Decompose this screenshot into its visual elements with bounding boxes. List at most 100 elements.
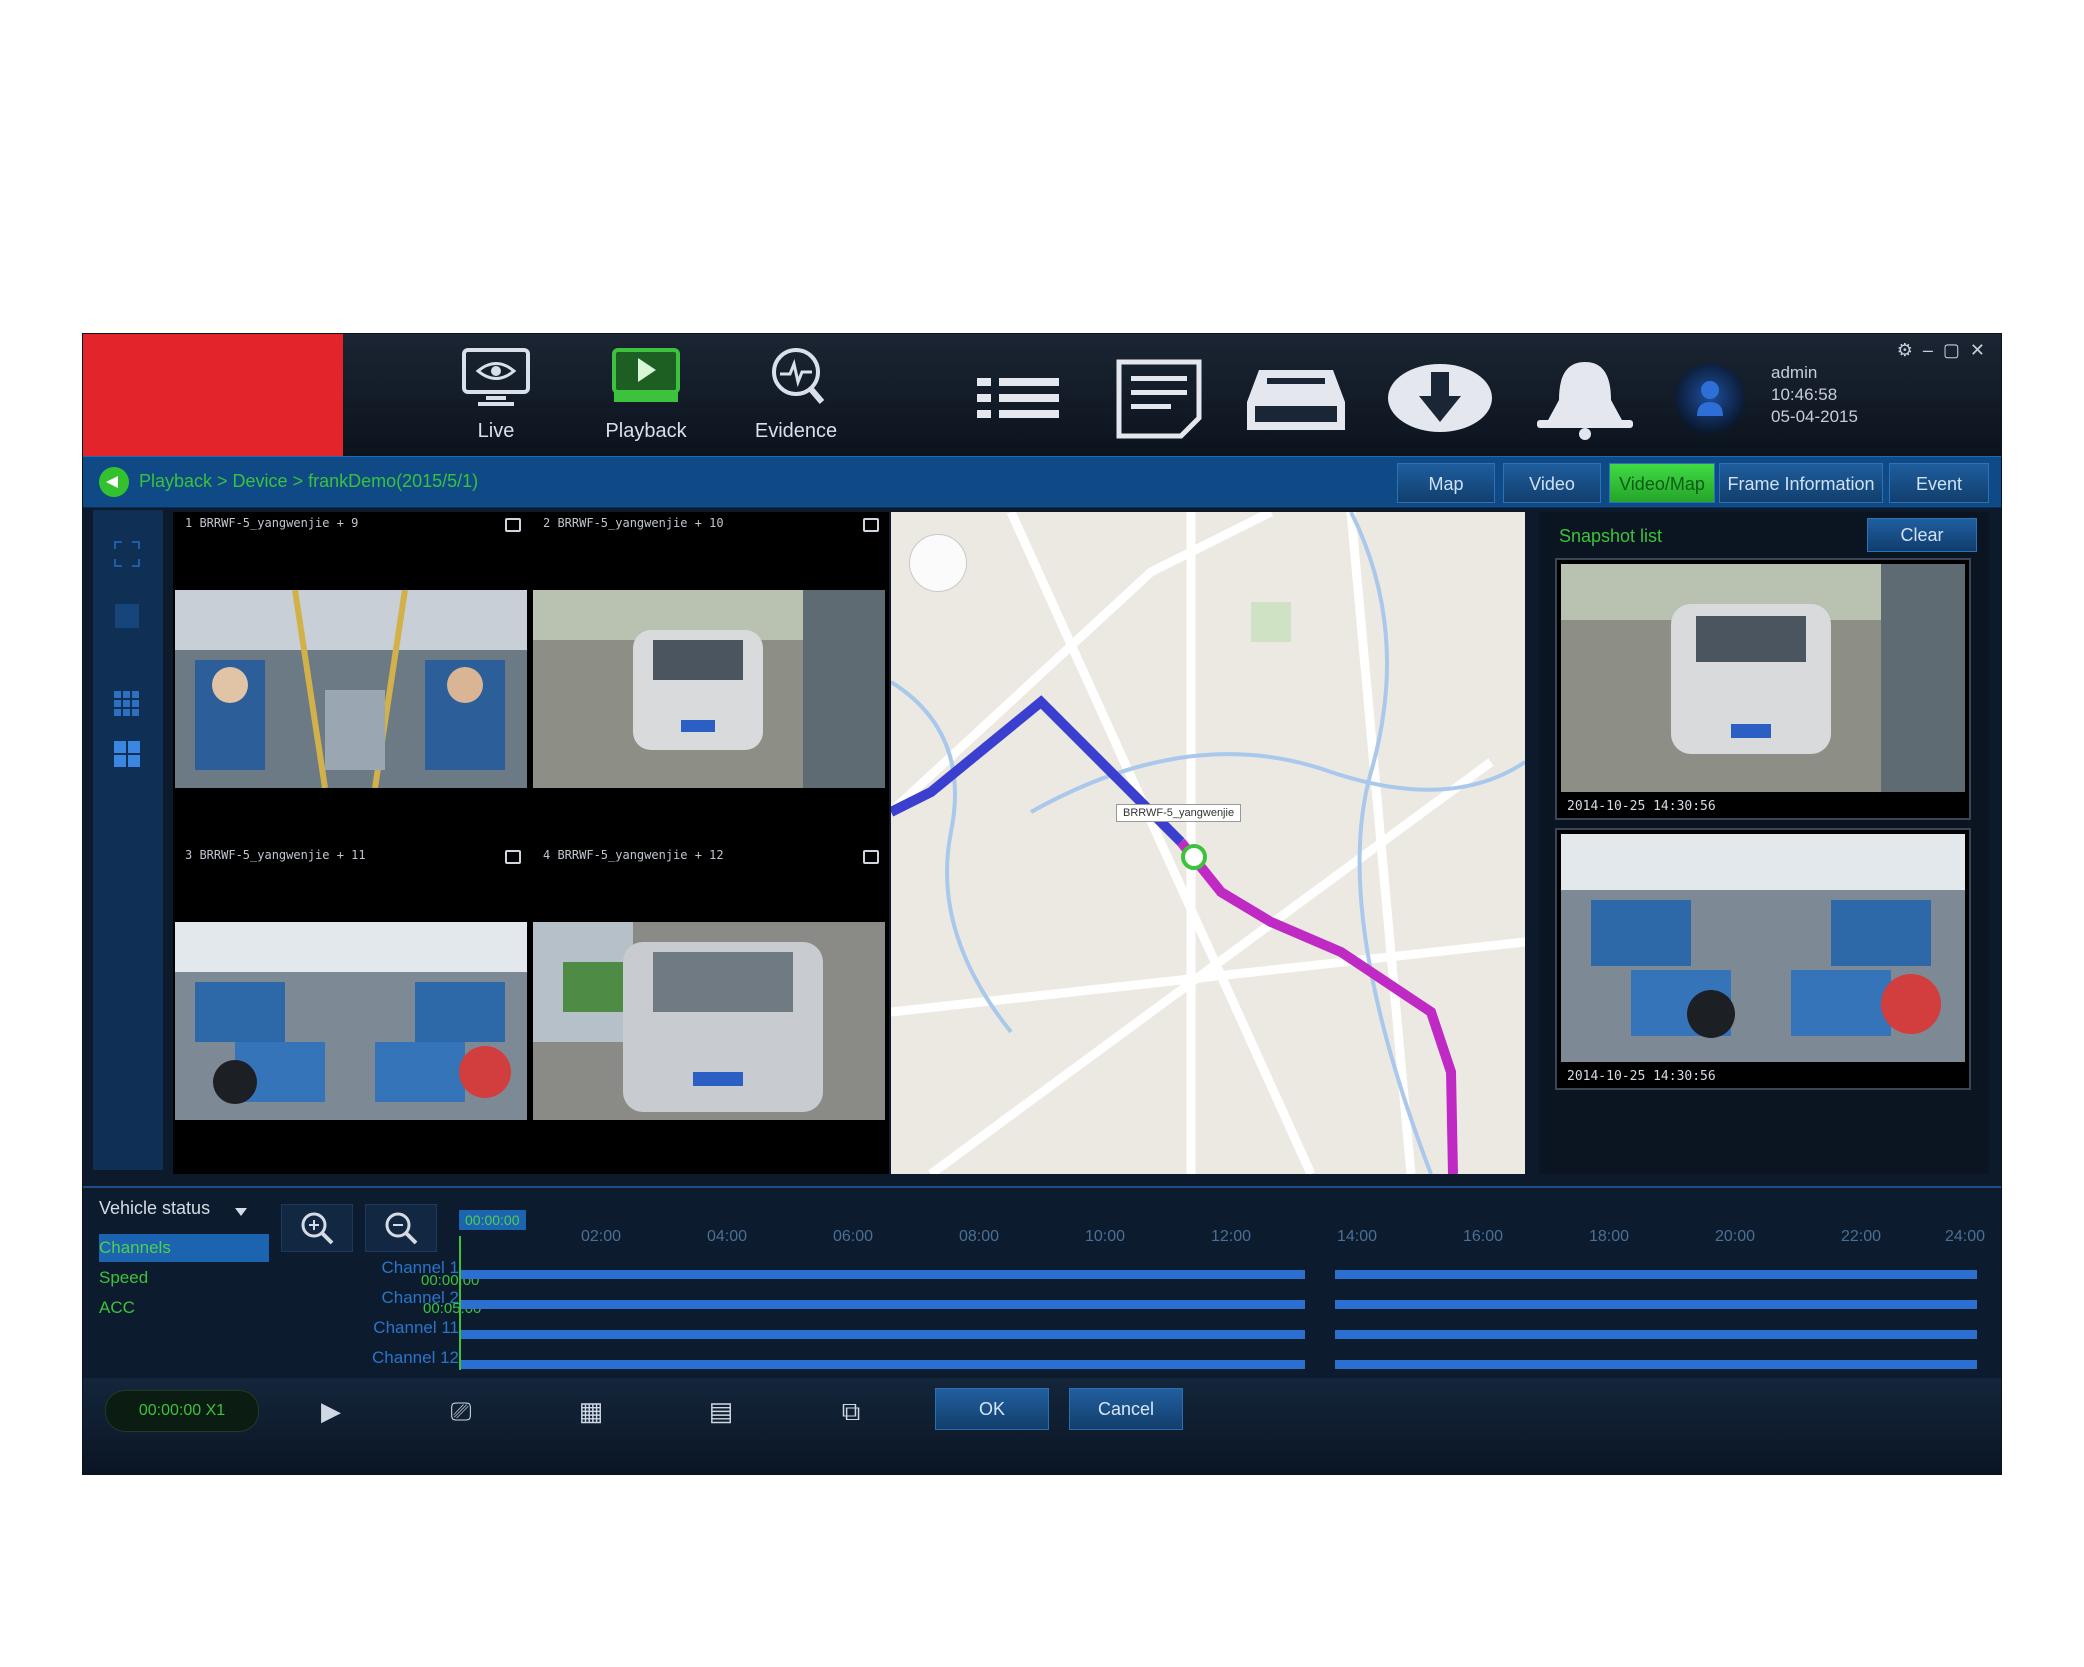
recording-segment[interactable]: [461, 1300, 1305, 1309]
snapshot-item[interactable]: 2014-10-25 14:30:56: [1555, 558, 1971, 820]
module-evidence[interactable]: Evidence: [731, 344, 861, 452]
module-evidence-label: Evidence: [754, 420, 838, 442]
vehicle-status-dropdown[interactable]: Vehicle status: [99, 1198, 210, 1219]
recording-segment[interactable]: [1335, 1270, 1977, 1279]
playback-window: Live Playback Evidence admin 10:46:58 05…: [83, 334, 2001, 1474]
layout-9-icon[interactable]: [113, 690, 141, 718]
channel-label: Channel 11: [373, 1318, 459, 1337]
time-tick: 06:00: [833, 1228, 874, 1245]
time-tick: 02:00: [581, 1228, 622, 1245]
status-item-speed[interactable]: Speed: [99, 1264, 269, 1292]
user-panel[interactable]: admin 10:46:58 05-04-2015: [1675, 356, 1955, 440]
tab-video-map[interactable]: Video/Map: [1609, 463, 1715, 503]
breadcrumb: Playback > Device > frankDemo(2015/5/1): [139, 471, 479, 491]
storage-icon[interactable]: [1241, 356, 1351, 440]
recording-segment[interactable]: [461, 1360, 1305, 1369]
nav-bar: Playback > Device > frankDemo(2015/5/1) …: [83, 456, 2001, 508]
zoom-out-icon[interactable]: [365, 1204, 437, 1252]
channel-label: Channel 12: [372, 1348, 459, 1367]
top-bar: Live Playback Evidence admin 10:46:58 05…: [83, 334, 2001, 456]
current-date: 05-04-2015: [1771, 407, 1858, 426]
time-tick: 08:00: [959, 1228, 1000, 1245]
time-tick: 12:00: [1211, 1228, 1252, 1245]
video-caption: 3 BRRWF-5_yangwenjie + 11: [185, 848, 366, 862]
monitor-play-icon: [612, 348, 680, 402]
tab-event[interactable]: Event: [1889, 463, 1989, 503]
playhead[interactable]: [459, 1236, 461, 1370]
playback-controls: 00:00:00 X1 ▶ ⎚ ▦ ▤ ⧉ OK Cancel: [83, 1378, 2001, 1474]
tab-video[interactable]: Video: [1503, 463, 1601, 503]
clip-icon[interactable]: ⎚: [431, 1390, 491, 1432]
all-channels-icon[interactable]: ▤: [691, 1390, 751, 1432]
snapshot-image-bus: [1561, 834, 1965, 1062]
status-item-channels[interactable]: Channels: [99, 1234, 269, 1262]
video-frame-road-front: [533, 590, 885, 788]
expand-icon[interactable]: [863, 518, 879, 532]
video-caption: 2 BRRWF-5_yangwenjie + 10: [543, 516, 724, 530]
download-icon[interactable]: [1385, 356, 1495, 440]
layout-rail: [93, 510, 163, 1170]
time-tick: 22:00: [1841, 1228, 1882, 1245]
brand-logo: [83, 334, 343, 456]
zoom-in-icon[interactable]: [281, 1204, 353, 1252]
fullscreen-icon[interactable]: [113, 540, 141, 568]
recording-segment[interactable]: [1335, 1330, 1977, 1339]
video-grid: 1 BRRWF-5_yangwenjie + 9 2 BRRWF-5_yangw…: [173, 512, 889, 1174]
close-icon[interactable]: ✕: [1970, 340, 1995, 360]
module-playback-label: Playback: [605, 420, 687, 442]
status-item-acc[interactable]: ACC: [99, 1294, 269, 1322]
module-playback[interactable]: Playback: [581, 344, 711, 452]
expand-icon[interactable]: [505, 850, 521, 864]
recording-segment[interactable]: [461, 1330, 1305, 1339]
clear-button[interactable]: Clear: [1867, 518, 1977, 552]
video-frame-road-rear: [533, 922, 885, 1120]
avatar: [1675, 364, 1745, 434]
tab-frame-information[interactable]: Frame Information: [1719, 463, 1883, 503]
ok-button[interactable]: OK: [935, 1388, 1049, 1430]
settings-icon[interactable]: ⚙: [1897, 340, 1923, 360]
expand-icon[interactable]: [505, 518, 521, 532]
map-view[interactable]: BRRWF-5_yangwenjie: [891, 512, 1525, 1174]
back-arrow-icon[interactable]: [99, 467, 129, 497]
layout-1-icon[interactable]: [113, 602, 141, 630]
snapshot-image-road: [1561, 564, 1965, 792]
module-live-label: Live: [477, 420, 515, 442]
map-pan-control[interactable]: [909, 534, 967, 592]
user-name: admin: [1771, 363, 1818, 382]
layout-4-icon[interactable]: [113, 740, 141, 768]
user-icon: [1697, 381, 1723, 416]
cancel-button[interactable]: Cancel: [1069, 1388, 1183, 1430]
window-controls: ⚙–▢✕: [1897, 340, 1995, 361]
video-tile[interactable]: 1 BRRWF-5_yangwenjie + 9: [173, 512, 529, 842]
recording-segment[interactable]: [461, 1270, 1305, 1279]
time-tick: 24:00: [1945, 1228, 1986, 1245]
map-canvas: [891, 512, 1525, 1174]
tab-map[interactable]: Map: [1397, 463, 1495, 503]
video-tile[interactable]: 3 BRRWF-5_yangwenjie + 11: [173, 844, 529, 1174]
user-info: admin 10:46:58 05-04-2015: [1771, 362, 1858, 428]
video-tile[interactable]: 2 BRRWF-5_yangwenjie + 10: [531, 512, 887, 842]
video-tile[interactable]: 4 BRRWF-5_yangwenjie + 12: [531, 844, 887, 1174]
maximize-icon[interactable]: ▢: [1943, 340, 1970, 360]
expand-icon[interactable]: [863, 850, 879, 864]
list-icon[interactable]: [973, 356, 1063, 440]
module-live[interactable]: Live: [431, 344, 561, 452]
report-icon[interactable]: [1113, 356, 1205, 440]
monitor-eye-icon: [462, 348, 530, 406]
channel-select-icon[interactable]: ▦: [561, 1390, 621, 1432]
timeline-start-time: 00:00:00: [459, 1210, 526, 1230]
bell-icon[interactable]: [1533, 356, 1637, 440]
play-icon[interactable]: ▶: [301, 1390, 361, 1432]
video-caption: 1 BRRWF-5_yangwenjie + 9: [185, 516, 359, 530]
time-tick: 10:00: [1085, 1228, 1126, 1245]
video-frame-bus-interior: [175, 590, 527, 788]
snapshot-timestamp: 2014-10-25 14:30:56: [1567, 799, 1716, 814]
minimize-icon[interactable]: –: [1923, 340, 1943, 360]
recording-segment[interactable]: [1335, 1360, 1977, 1369]
recording-segment[interactable]: [1335, 1300, 1977, 1309]
snapshot-item[interactable]: 2014-10-25 14:30:56: [1555, 828, 1971, 1090]
snapshot-timestamp: 2014-10-25 14:30:56: [1567, 1069, 1716, 1084]
export-icon[interactable]: ⧉: [821, 1390, 881, 1432]
chevron-down-icon[interactable]: [235, 1208, 247, 1216]
vehicle-label: BRRWF-5_yangwenjie: [1116, 804, 1242, 822]
